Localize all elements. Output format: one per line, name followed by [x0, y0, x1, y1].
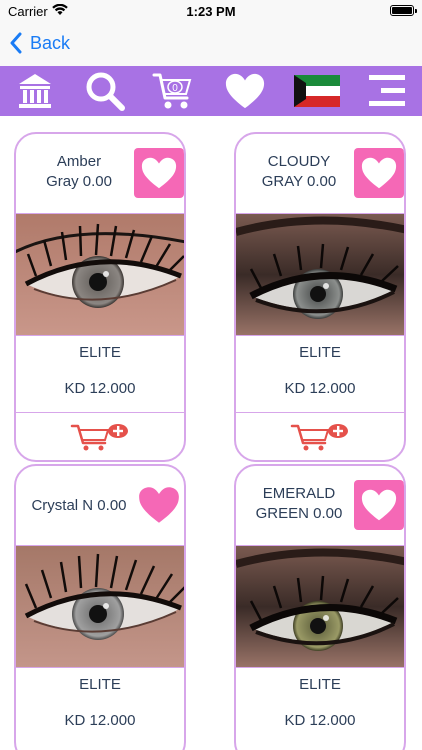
heart-icon: [225, 73, 265, 109]
menu-button[interactable]: [366, 70, 408, 112]
eye-image: [236, 546, 404, 667]
battery-icon: [390, 5, 417, 16]
add-to-cart-button[interactable]: [16, 412, 184, 460]
bank-icon: [19, 74, 51, 108]
chevron-left-icon: [10, 32, 22, 54]
cart-count: 0: [172, 83, 178, 94]
search-icon: [86, 72, 125, 111]
favorites-button[interactable]: [224, 70, 266, 112]
kuwait-flag-icon: [294, 75, 340, 107]
product-image: [16, 214, 184, 336]
navigation-bar: Back: [0, 24, 422, 66]
product-brand: ELITE: [299, 344, 341, 361]
add-to-cart-icon: [290, 423, 348, 450]
product-card[interactable]: Crystal N 0.00 ELITE KD 12.000: [14, 464, 186, 750]
product-name: Amber Gray 0.00: [46, 153, 112, 190]
back-button[interactable]: Back: [10, 32, 70, 54]
cart-icon: 0: [152, 73, 192, 109]
product-brand: ELITE: [79, 344, 121, 361]
favorite-button[interactable]: [134, 480, 184, 530]
add-to-cart-button[interactable]: [236, 412, 404, 460]
product-price: KD 12.000: [284, 380, 356, 397]
back-label: Back: [30, 32, 71, 53]
product-header: Amber Gray 0.00: [16, 134, 184, 214]
heart-icon: [361, 489, 397, 521]
clock: 1:23 PM: [186, 4, 236, 19]
favorite-button[interactable]: [354, 148, 404, 198]
heart-filled-icon: [139, 487, 179, 523]
product-name: EMERALD GREEN 0.00: [255, 485, 343, 522]
product-brand: ELITE: [299, 676, 341, 693]
eye-image: [16, 546, 184, 667]
product-header: Crystal N 0.00: [16, 466, 184, 546]
product-brand: ELITE: [79, 676, 121, 693]
status-bar: Carrier 1:23 PM: [0, 0, 422, 24]
add-to-cart-icon: [70, 423, 128, 450]
product-image: [16, 546, 184, 668]
language-button[interactable]: [294, 70, 340, 112]
cart-button[interactable]: 0: [152, 70, 194, 112]
favorite-button[interactable]: [354, 480, 404, 530]
product-header: CLOUDY GRAY 0.00: [236, 134, 404, 214]
product-price: KD 12.000: [64, 712, 136, 729]
menu-icon: [369, 75, 405, 106]
main-toolbar: 0: [0, 66, 422, 116]
product-price: KD 12.000: [64, 380, 136, 397]
product-image: [236, 546, 404, 668]
product-header: EMERALD GREEN 0.00: [236, 466, 404, 546]
eye-image: [16, 214, 184, 335]
product-card[interactable]: CLOUDY GRAY 0.00 ELITE KD 12.000: [234, 132, 406, 462]
product-card[interactable]: Amber Gray 0.00 ELITE KD 12.000: [14, 132, 186, 462]
eye-image: [236, 214, 404, 335]
favorite-button[interactable]: [134, 148, 184, 198]
heart-icon: [141, 157, 177, 189]
product-name: CLOUDY GRAY 0.00: [261, 153, 337, 190]
product-image: [236, 214, 404, 336]
heart-icon: [361, 157, 397, 189]
product-price: KD 12.000: [284, 712, 356, 729]
product-card[interactable]: EMERALD GREEN 0.00 ELITE KD 12.000: [234, 464, 406, 750]
search-button[interactable]: [84, 70, 126, 112]
product-name: Crystal N 0.00: [31, 497, 127, 514]
home-button[interactable]: [14, 70, 56, 112]
